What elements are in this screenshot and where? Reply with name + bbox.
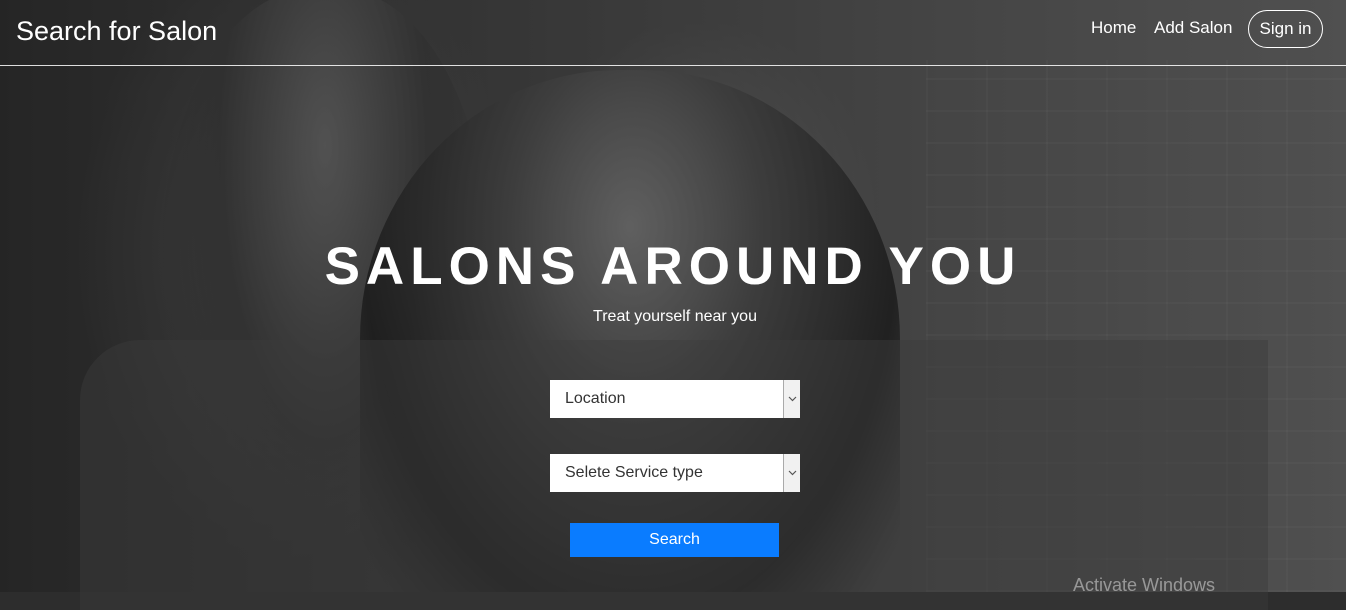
service-type-select[interactable]: Selete Service type — [550, 454, 800, 492]
navbar: Search for Salon Home Add Salon Sign in — [0, 0, 1346, 66]
brand-link[interactable]: Search for Salon — [16, 16, 217, 47]
location-select[interactable]: Location — [550, 380, 800, 418]
activate-windows-watermark: Activate Windows — [1073, 575, 1216, 595]
service-type-select-value: Selete Service type — [565, 464, 703, 481]
nav-add-salon-link[interactable]: Add Salon — [1154, 18, 1232, 38]
hero-subtitle: Treat yourself near you — [593, 308, 757, 325]
nav-home-link[interactable]: Home — [1091, 18, 1136, 38]
chevron-down-icon[interactable] — [783, 454, 800, 492]
search-button[interactable]: Search — [570, 523, 779, 557]
chevron-down-icon[interactable] — [783, 380, 800, 418]
hero-title: SALONS AROUND YOU — [324, 237, 1022, 296]
sign-in-button[interactable]: Sign in — [1248, 10, 1323, 48]
location-select-value: Location — [565, 390, 626, 407]
